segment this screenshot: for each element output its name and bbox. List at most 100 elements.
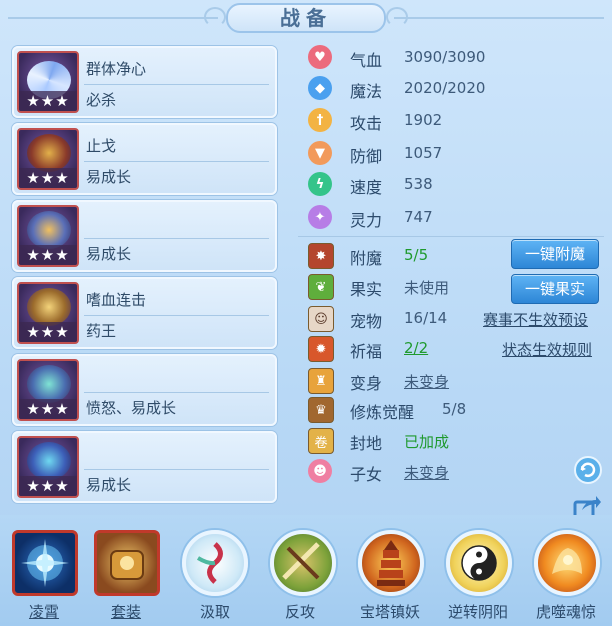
equip-card-6[interactable]: ★★★ 易成长 [12,431,277,503]
armor-icon[interactable]: ★★★ [17,128,79,190]
equip-card-3[interactable]: ★★★ 易成长 [12,200,277,272]
one-click-fruit-button[interactable]: 一键果实 [511,274,599,304]
card-divider [84,84,269,85]
equip-card-5[interactable]: ★★★ 愤怒、易成长 [12,354,277,426]
skill-label-tiger: 虎噬魂惊 [535,603,596,621]
enchant-icon: ✸ [308,243,334,269]
card-divider [84,238,269,239]
status-label: 宠物 [350,312,383,331]
fruit-icon: ❦ [308,274,334,300]
skill-label-counter: 反攻 [284,603,315,621]
blessing-icon: ✹ [308,336,334,362]
stat-label: 灵力 [350,211,383,230]
status-label: 变身 [350,374,383,393]
stat-label: 魔法 [350,82,383,101]
equip-skill: 嗜血连击 [86,291,147,309]
status-label: 修炼觉醒 [350,403,415,422]
title-right-line [394,17,604,19]
suit-icon[interactable] [94,530,160,596]
stars: ★★★ [19,476,77,496]
status-label: 封地 [350,434,383,453]
rules-link[interactable]: 状态生效规则 [502,339,592,360]
tiger-icon[interactable] [534,530,600,596]
card-divider [84,392,269,393]
status-label: 果实 [350,280,383,299]
status-fengdi: 卷 封地 已加成 [308,426,608,456]
lingxiao-icon[interactable] [12,530,78,596]
equip-card-2[interactable]: ★★★ 止戈 易成长 [12,123,277,195]
belt-icon[interactable]: ★★★ [17,359,79,421]
card-divider [84,161,269,162]
equip-trait: 易成长 [86,476,132,494]
child-icon: ☻ [308,459,332,483]
spirit-icon: ✦ [308,205,332,229]
status-label: 祈福 [350,342,383,361]
stat-mp: ◆ 魔法 2020/2020 [308,74,608,104]
page-title: 战备 [226,3,386,33]
transform-icon: ♜ [308,368,334,394]
status-value: 16/14 [404,309,448,327]
necklace-icon[interactable]: ★★★ [17,282,79,344]
status-label: 附魔 [350,249,383,268]
status-value: 5/8 [442,400,467,418]
stat-spirit: ✦ 灵力 747 [308,203,608,233]
pagoda-icon[interactable] [358,530,424,596]
equip-trait: 愤怒、易成长 [86,399,177,417]
helmet-icon[interactable]: ★★★ [17,205,79,267]
stat-attack: † 攻击 1902 [308,106,608,136]
stat-label: 攻击 [350,114,383,133]
stat-value: 3090/3090 [404,48,486,66]
one-click-enchant-button[interactable]: 一键附魔 [511,239,599,269]
refresh-icon[interactable] [573,455,603,485]
status-zinv: ☻ 子女 未变身 [308,457,608,487]
cultivation-icon: ♛ [308,397,334,423]
stars: ★★★ [19,168,77,188]
equip-skill: 群体净心 [86,60,147,78]
card-divider [84,469,269,470]
skill-label-lingxiao[interactable]: 凌霄 [4,601,84,622]
status-value[interactable]: 未变身 [404,371,449,392]
status-value: 已加成 [404,433,450,451]
status-value[interactable]: 未变身 [404,462,449,483]
skill-label-pagoda: 宝塔镇妖 [359,603,420,621]
pet-avatar-icon: ☺ [308,306,334,332]
preset-link[interactable]: 赛事不生效预设 [483,309,588,330]
skill-label-suit[interactable]: 套装 [86,601,166,622]
sword-icon: † [308,108,332,132]
stat-hp: ♥ 气血 3090/3090 [308,43,608,73]
title-left-swirl [204,7,226,27]
equip-trait: 必杀 [86,91,117,109]
shield-icon: ▼ [308,141,332,165]
skill-label-absorb: 汲取 [199,603,230,621]
territory-icon: 卷 [308,428,334,454]
absorb-icon[interactable] [182,530,248,596]
equip-card-1[interactable]: ★★★ 群体净心 必杀 [12,46,277,118]
stars: ★★★ [19,322,77,342]
stat-value: 1057 [404,144,443,162]
stat-label: 防御 [350,147,383,166]
status-xiulian: ♛ 修炼觉醒 5/8 [308,395,608,425]
stat-label: 速度 [350,178,383,197]
stat-label: 气血 [350,51,383,70]
equip-trait: 易成长 [86,245,132,263]
equip-card-4[interactable]: ★★★ 嗜血连击 药王 [12,277,277,349]
stat-value: 747 [404,208,433,226]
title-left-line [8,17,218,19]
status-value: 未使用 [404,279,450,297]
fan-weapon-icon[interactable]: ★★★ [17,51,79,113]
counter-icon[interactable] [270,530,336,596]
status-value[interactable]: 2/2 [404,339,428,357]
status-value: 5/5 [404,246,429,264]
equip-skill: 止戈 [86,137,117,155]
card-divider [84,315,269,316]
yinyang-icon[interactable] [446,530,512,596]
boots-icon[interactable]: ★★★ [17,436,79,498]
lightning-icon: ϟ [308,172,332,196]
stat-value: 1902 [404,111,443,129]
mana-icon: ◆ [308,76,332,100]
status-bianshen: ♜ 变身 未变身 [308,366,608,396]
title-bar: 战备 [0,0,612,36]
stat-speed: ϟ 速度 538 [308,170,608,200]
stat-value: 2020/2020 [404,79,486,97]
equip-trait: 易成长 [86,168,132,186]
